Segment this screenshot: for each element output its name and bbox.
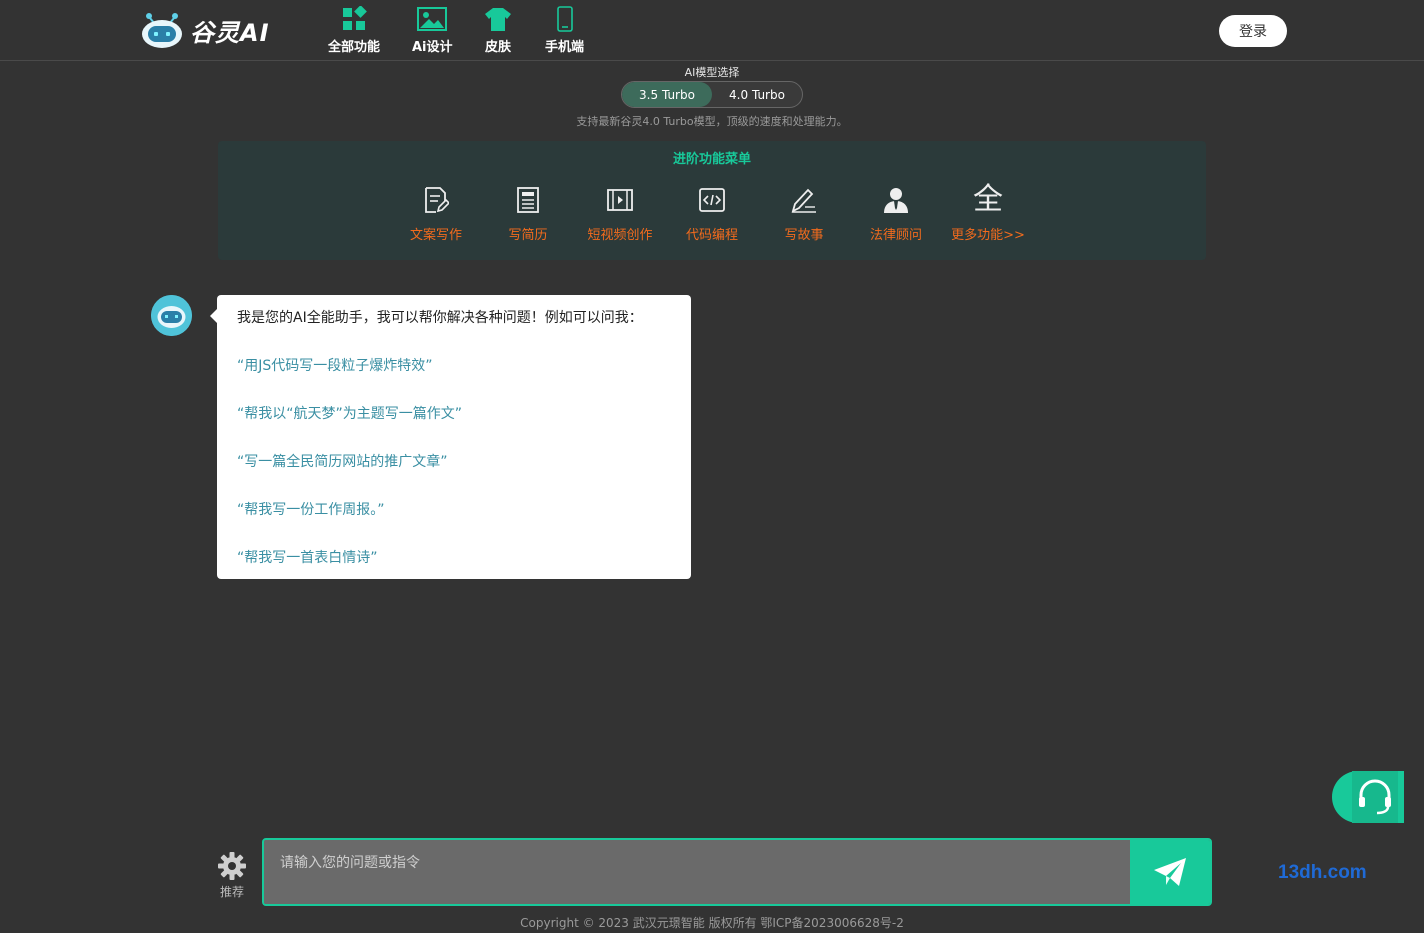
brand-name: 谷灵AI [190, 18, 270, 47]
send-button[interactable] [1130, 840, 1210, 904]
gear-icon [218, 852, 246, 880]
login-button[interactable]: 登录 [1219, 15, 1287, 47]
example-prompt[interactable]: “帮我写一份工作周报。” [237, 500, 671, 520]
robot-logo-icon [142, 13, 182, 48]
settings-label: 推荐 [219, 885, 244, 899]
lawyer-icon [881, 185, 911, 215]
advanced-menu-panel: 进阶功能菜单 文案写作 写简历 短视频创作 代码编程 写故事 法律顾问 全 更多… [218, 141, 1206, 260]
customer-support-button[interactable] [1332, 771, 1404, 823]
chat-input[interactable] [264, 840, 1130, 904]
bot-message-bubble: 我是您的AI全能助手，我可以帮你解决各种问题！例如可以问我： “用JS代码写一段… [210, 295, 691, 579]
model-switch: 3.5 Turbo 4.0 Turbo [621, 81, 803, 108]
all-icon-glyph: 全 [973, 182, 1003, 217]
advanced-menu-title: 进阶功能菜单 [672, 152, 751, 167]
model-option-4-0-turbo[interactable]: 4.0 Turbo [712, 82, 802, 107]
shirt-icon [485, 8, 511, 31]
adv-item-label: 写故事 [784, 228, 824, 243]
headset-icon [1352, 771, 1398, 823]
video-icon [605, 185, 635, 215]
site-watermark: 13dh.com [1278, 862, 1367, 883]
grid-icon [343, 6, 367, 30]
adv-item-coding[interactable]: 代码编程 [666, 185, 758, 243]
bot-avatar [151, 295, 192, 336]
image-icon [417, 7, 448, 31]
top-header: 谷灵AI 全部功能 Ai设计 皮肤 手机端 登录 [0, 0, 1424, 61]
adv-item-label: 更多功能>> [951, 228, 1025, 243]
adv-item-label: 短视频创作 [587, 228, 653, 243]
model-select-title: AI模型选择 [684, 66, 740, 79]
settings-button[interactable]: 推荐 [216, 851, 248, 900]
adv-item-legal[interactable]: 法律顾问 [850, 185, 942, 243]
edit-doc-icon [421, 185, 451, 215]
nav-skin[interactable]: 皮肤 [484, 6, 512, 55]
model-option-3-5-turbo[interactable]: 3.5 Turbo [622, 82, 712, 107]
adv-item-label: 代码编程 [685, 228, 738, 243]
phone-icon [556, 6, 573, 32]
brand-logo[interactable]: 谷灵AI [140, 11, 270, 49]
paper-plane-icon [1154, 858, 1186, 886]
code-icon [697, 185, 727, 215]
example-prompt[interactable]: “写一篇全民简历网站的推广文章” [237, 452, 671, 472]
nav-label: 皮肤 [484, 40, 511, 55]
robot-avatar-icon [151, 295, 192, 336]
nav-ai-design[interactable]: Ai设计 [412, 6, 453, 55]
nav-label: 全部功能 [328, 40, 381, 55]
resume-icon [513, 185, 543, 215]
nav-label: 手机端 [545, 40, 585, 55]
pen-icon [789, 185, 819, 215]
example-prompt[interactable]: “帮我写一首表白情诗” [237, 548, 671, 568]
nav-all-features[interactable]: 全部功能 [328, 6, 380, 55]
example-prompt[interactable]: “用JS代码写一段粒子爆炸特效” [237, 356, 671, 376]
adv-item-resume[interactable]: 写简历 [482, 185, 574, 243]
example-prompt[interactable]: “帮我以“航天梦”为主题写一篇作文” [237, 404, 671, 424]
adv-item-short-video[interactable]: 短视频创作 [574, 185, 666, 243]
chat-input-box [262, 838, 1212, 906]
adv-item-label: 写简历 [508, 228, 548, 243]
bot-intro-text: 我是您的AI全能助手，我可以帮你解决各种问题！例如可以问我： [237, 310, 643, 326]
adv-item-more[interactable]: 全 更多功能>> [942, 185, 1034, 244]
all-icon: 全 [973, 185, 1003, 215]
adv-item-label: 文案写作 [409, 228, 462, 243]
nav-mobile[interactable]: 手机端 [545, 6, 584, 55]
nav-label: Ai设计 [412, 40, 453, 55]
copyright-footer: Copyright © 2023 武汉元璟智能 版权所有 鄂ICP备202300… [520, 916, 904, 930]
model-description: 支持最新谷灵4.0 Turbo模型，顶级的速度和处理能力。 [576, 115, 848, 128]
adv-item-story[interactable]: 写故事 [758, 185, 850, 243]
adv-item-copywriting[interactable]: 文案写作 [390, 185, 482, 243]
adv-item-label: 法律顾问 [869, 228, 922, 243]
